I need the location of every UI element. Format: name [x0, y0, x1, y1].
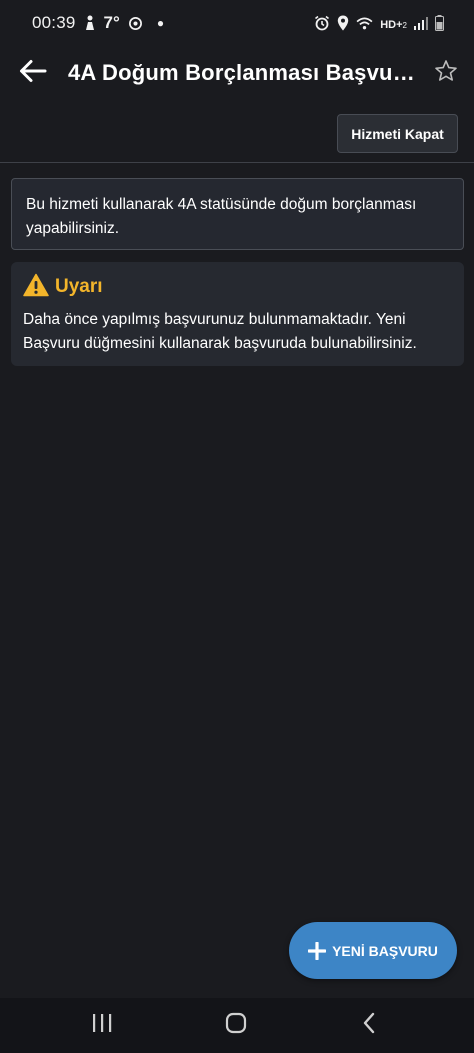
- divider: [0, 162, 474, 163]
- status-temperature: 7°: [103, 13, 120, 32]
- home-icon: [225, 1012, 247, 1039]
- star-outline-icon: [434, 59, 458, 88]
- page-title: 4A Doğum Borçlanması Başvurusu: [68, 60, 416, 85]
- warning-card: Uyarı Daha önce yapılmış başvurunuz bulu…: [11, 262, 464, 366]
- warning-triangle-icon: [23, 273, 49, 302]
- signal-icon: [414, 16, 428, 30]
- info-text: Bu hizmeti kullanarak 4A statüsünde doğu…: [26, 196, 417, 237]
- system-nav-bar: [0, 998, 474, 1053]
- warning-text: Daha önce yapılmış başvurunuz bulunmamak…: [23, 311, 417, 352]
- new-application-label: YENİ BAŞVURU: [332, 942, 438, 959]
- notification-dot-icon: ●: [156, 16, 165, 30]
- network-label: HD+2: [380, 18, 407, 31]
- network-sub: 2: [402, 20, 407, 30]
- favorite-button[interactable]: [432, 59, 460, 87]
- recents-button[interactable]: [87, 1010, 117, 1040]
- info-card: Bu hizmeti kullanarak 4A statüsünde doğu…: [11, 178, 464, 250]
- home-button[interactable]: [221, 1010, 251, 1040]
- status-right: HD+2: [314, 15, 444, 31]
- new-application-button[interactable]: YENİ BAŞVURU: [289, 922, 457, 979]
- warning-title: Uyarı: [55, 276, 103, 297]
- nav-back-icon: [362, 1012, 376, 1039]
- status-left: 00:39 7° ●: [32, 13, 164, 33]
- alarm-icon: [314, 15, 330, 31]
- recents-icon: [91, 1013, 113, 1038]
- battery-icon: [435, 15, 444, 31]
- arrow-left-icon: [19, 59, 47, 88]
- plus-icon: [308, 941, 327, 960]
- wifi-icon: [356, 17, 373, 30]
- sync-icon: [128, 16, 143, 31]
- system-back-button[interactable]: [354, 1010, 384, 1040]
- screen: 00:39 7° ● HD+2 4A Doğum Borçlanması Baş…: [0, 0, 474, 1053]
- close-service-button[interactable]: Hizmeti Kapat: [337, 114, 458, 153]
- status-bar: 00:39 7° ● HD+2: [0, 0, 474, 46]
- warning-header: Uyarı: [23, 272, 452, 302]
- person-icon: [84, 15, 96, 31]
- back-button[interactable]: [16, 58, 50, 88]
- status-time: 00:39: [32, 13, 76, 32]
- app-bar: 4A Doğum Borçlanması Başvurusu: [0, 46, 474, 100]
- location-icon: [337, 15, 349, 31]
